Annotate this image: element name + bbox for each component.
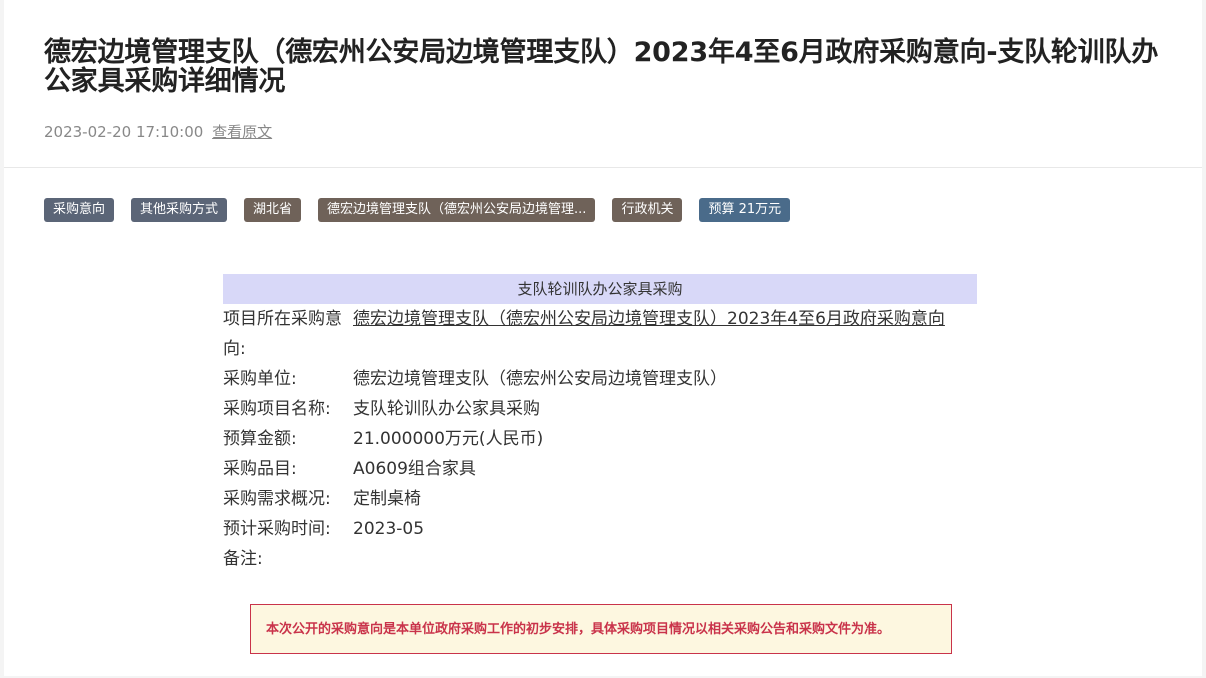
detail-row: 预计采购时间: 2023-05 [223,514,977,544]
publish-datetime: 2023-02-20 17:10:00 [44,123,204,141]
detail-label: 项目所在采购意向: [223,309,342,359]
detail-value: 定制桌椅 [353,489,421,509]
detail-row: 预算金额: 21.000000万元(人民币) [223,424,977,454]
detail-row: 项目所在采购意向: 德宏边境管理支队（德宏州公安局边境管理支队）2023年4至6… [223,304,977,364]
detail-value: 德宏边境管理支队（德宏州公安局边境管理支队） [353,369,727,389]
detail-label: 采购需求概况: [223,489,331,509]
detail-value: 支队轮训队办公家具采购 [353,399,540,419]
header-divider [4,167,1202,168]
tag-org-type[interactable]: 行政机关 [612,198,683,222]
article-meta: 2023-02-20 17:10:00 查看原文 [44,121,272,142]
disclaimer-notice: 本次公开的采购意向是本单位政府采购工作的初步安排，具体采购项目情况以相关采购公告… [250,604,952,654]
detail-row: 采购项目名称: 支队轮训队办公家具采购 [223,394,977,424]
tag-budget[interactable]: 预算 21万元 [699,198,791,222]
detail-label: 预算金额: [223,429,297,449]
detail-row: 备注: [223,544,977,574]
tag-list: 采购意向 其他采购方式 湖北省 德宏边境管理支队（德宏州公安局边境管理... 行… [44,198,791,222]
article-header: 德宏边境管理支队（德宏州公安局边境管理支队）2023年4至6月政府采购意向-支队… [44,38,1164,96]
tag-province[interactable]: 湖北省 [244,198,302,222]
detail-value [353,544,977,574]
detail-value: 2023-05 [353,519,425,539]
detail-value: A0609组合家具 [353,459,476,479]
tag-procurement-intention[interactable]: 采购意向 [44,198,115,222]
detail-row: 采购品目: A0609组合家具 [223,454,977,484]
tag-procurement-method[interactable]: 其他采购方式 [131,198,228,222]
detail-table: 支队轮训队办公家具采购 项目所在采购意向: 德宏边境管理支队（德宏州公安局边境管… [223,274,977,574]
detail-row: 采购单位: 德宏边境管理支队（德宏州公安局边境管理支队） [223,364,977,394]
detail-row: 采购需求概况: 定制桌椅 [223,484,977,514]
detail-label: 预计采购时间: [223,519,331,539]
detail-label: 采购项目名称: [223,399,331,419]
detail-label: 备注: [223,549,263,569]
view-original-link[interactable]: 查看原文 [212,123,272,141]
detail-label: 采购单位: [223,369,297,389]
section-title: 支队轮训队办公家具采购 [223,274,977,304]
detail-label: 采购品目: [223,459,297,479]
detail-value: 21.000000万元(人民币) [353,429,544,449]
procurement-intention-link[interactable]: 德宏边境管理支队（德宏州公安局边境管理支队）2023年4至6月政府采购意向 [353,309,945,329]
tag-purchaser[interactable]: 德宏边境管理支队（德宏州公安局边境管理... [318,198,596,222]
page-title: 德宏边境管理支队（德宏州公安局边境管理支队）2023年4至6月政府采购意向-支队… [44,37,1159,97]
